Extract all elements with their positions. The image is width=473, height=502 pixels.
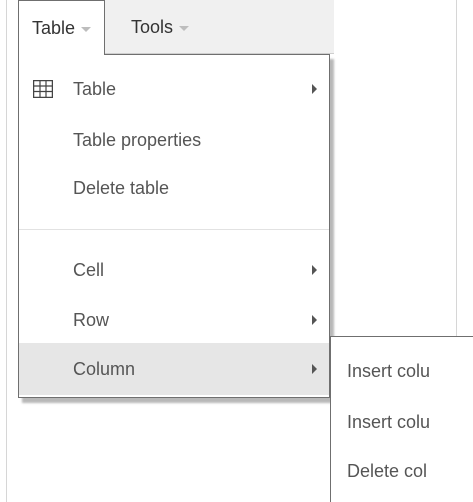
menu-item-column[interactable]: Column <box>19 343 329 395</box>
column-submenu: Insert colu Insert colu Delete col <box>330 336 473 502</box>
chevron-right-icon <box>312 265 317 275</box>
editor-canvas: Table Tools Table Table properties Delet… <box>0 0 473 502</box>
menu-item-label: Cell <box>73 259 105 280</box>
menu-item-row[interactable]: Row <box>19 294 329 346</box>
submenu-item-insert-column-before[interactable]: Insert colu <box>331 345 473 397</box>
menu-item-table[interactable]: Table <box>19 63 329 115</box>
menu-item-delete-table[interactable]: Delete table <box>19 162 329 214</box>
menu-item-label: Column <box>73 358 136 379</box>
menubar: Table Tools <box>18 0 334 55</box>
submenu-item-label: Insert colu <box>347 360 431 381</box>
chevron-right-icon <box>312 84 317 94</box>
menu-item-table-properties[interactable]: Table properties <box>19 114 329 166</box>
menu-item-label: Table <box>73 78 117 99</box>
menubar-table-label: Table <box>32 17 76 38</box>
chevron-right-icon <box>312 315 317 325</box>
menu-item-cell[interactable]: Cell <box>19 244 329 296</box>
menubar-tools[interactable]: Tools <box>121 0 199 54</box>
menubar-table[interactable]: Table <box>18 0 106 55</box>
editor-frame-left-border <box>6 0 7 502</box>
submenu-item-label: Insert colu <box>347 411 431 432</box>
menu-separator <box>19 229 329 230</box>
submenu-item-delete-column[interactable]: Delete col <box>331 445 473 497</box>
menu-item-label: Table properties <box>73 129 202 150</box>
table-grid-icon <box>32 79 54 99</box>
menu-item-label: Delete table <box>73 177 170 198</box>
submenu-item-insert-column-after[interactable]: Insert colu <box>331 396 473 448</box>
chevron-right-icon <box>312 364 317 374</box>
menu-item-label: Row <box>73 309 110 330</box>
chevron-down-icon <box>81 26 92 32</box>
menubar-tools-label: Tools <box>131 16 174 37</box>
table-dropdown-menu: Table Table properties Delete table Cell… <box>18 54 330 398</box>
chevron-down-icon <box>179 25 190 31</box>
submenu-item-label: Delete col <box>347 460 428 481</box>
